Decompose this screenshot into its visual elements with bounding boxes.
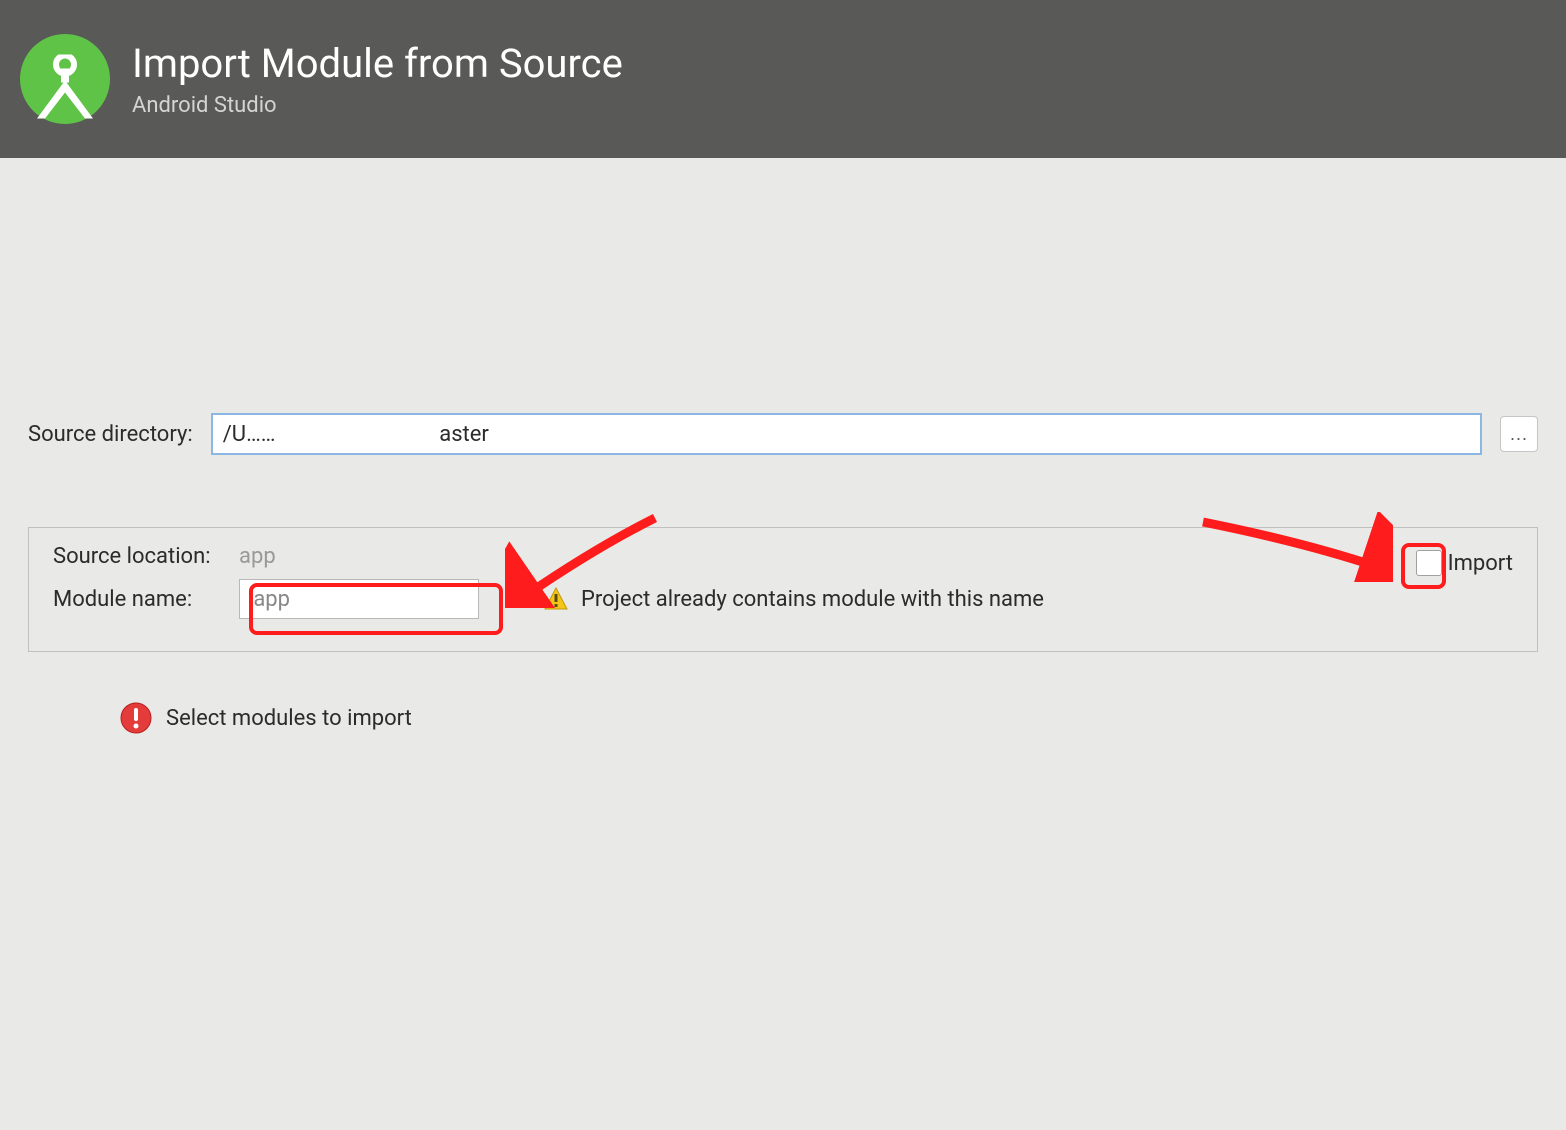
dialog-title: Import Module from Source	[132, 40, 623, 87]
dialog-subtitle: Android Studio	[132, 93, 623, 118]
error-icon	[120, 702, 152, 734]
import-checkbox[interactable]	[1416, 550, 1442, 576]
source-directory-label: Source directory:	[28, 422, 193, 447]
dialog-header: Import Module from Source Android Studio	[0, 0, 1566, 158]
module-name-input[interactable]	[239, 579, 479, 619]
import-checkbox-label: Import	[1448, 551, 1513, 576]
warning-icon	[543, 586, 569, 612]
error-message: Select modules to import	[166, 706, 412, 731]
source-location-value: app	[239, 544, 276, 569]
module-name-row: Module name: Project already contains mo…	[53, 579, 1513, 619]
error-row: Select modules to import	[120, 702, 1538, 734]
compass-icon	[27, 55, 103, 125]
source-directory-input[interactable]	[211, 413, 1482, 455]
dialog-content: Source directory: ... Source location: a…	[0, 158, 1566, 764]
module-panel: Source location: app Module name: Projec…	[28, 527, 1538, 652]
source-directory-row: Source directory: ...	[28, 413, 1538, 455]
source-location-row: Source location: app	[53, 544, 1513, 569]
import-checkbox-wrap: Import	[1416, 550, 1513, 576]
android-studio-logo	[20, 34, 110, 124]
source-location-label: Source location:	[53, 544, 239, 569]
warning-message: Project already contains module with thi…	[581, 587, 1044, 612]
browse-button[interactable]: ...	[1500, 416, 1538, 452]
module-name-label: Module name:	[53, 587, 239, 612]
